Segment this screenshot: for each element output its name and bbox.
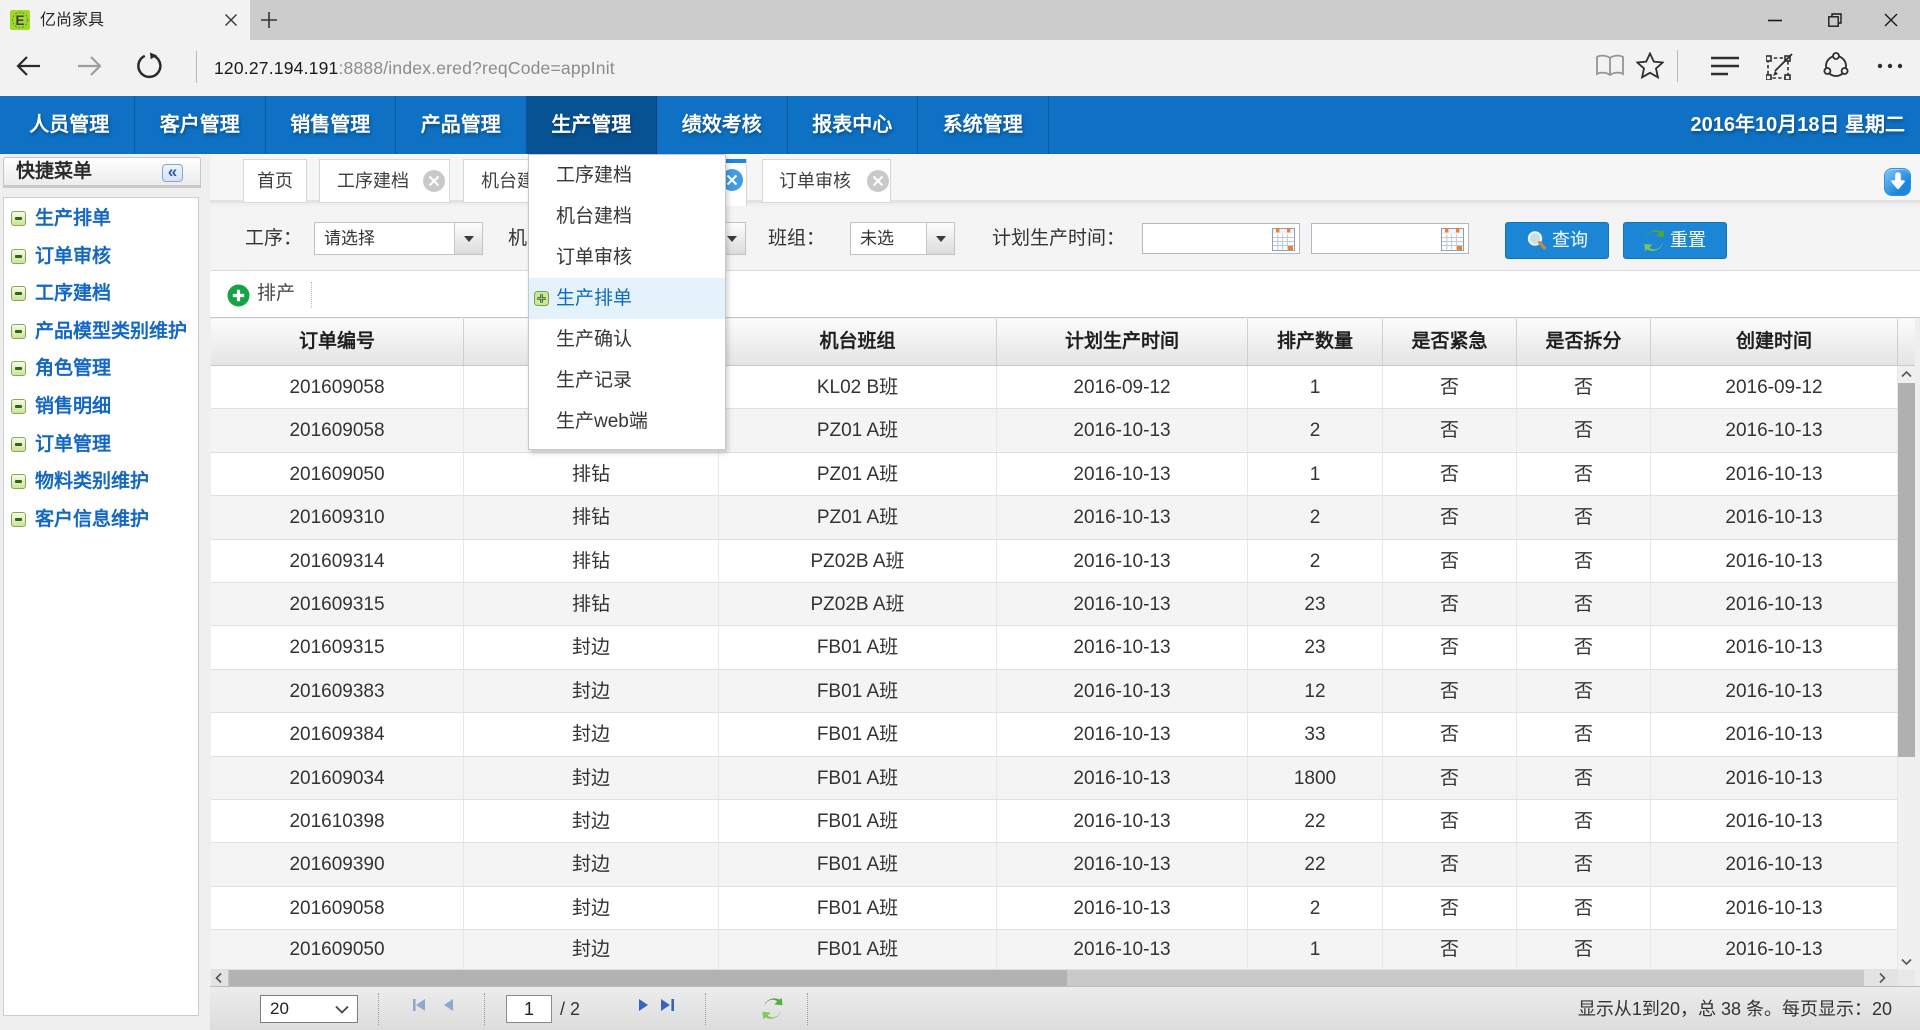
svg-text:E: E: [15, 13, 24, 28]
